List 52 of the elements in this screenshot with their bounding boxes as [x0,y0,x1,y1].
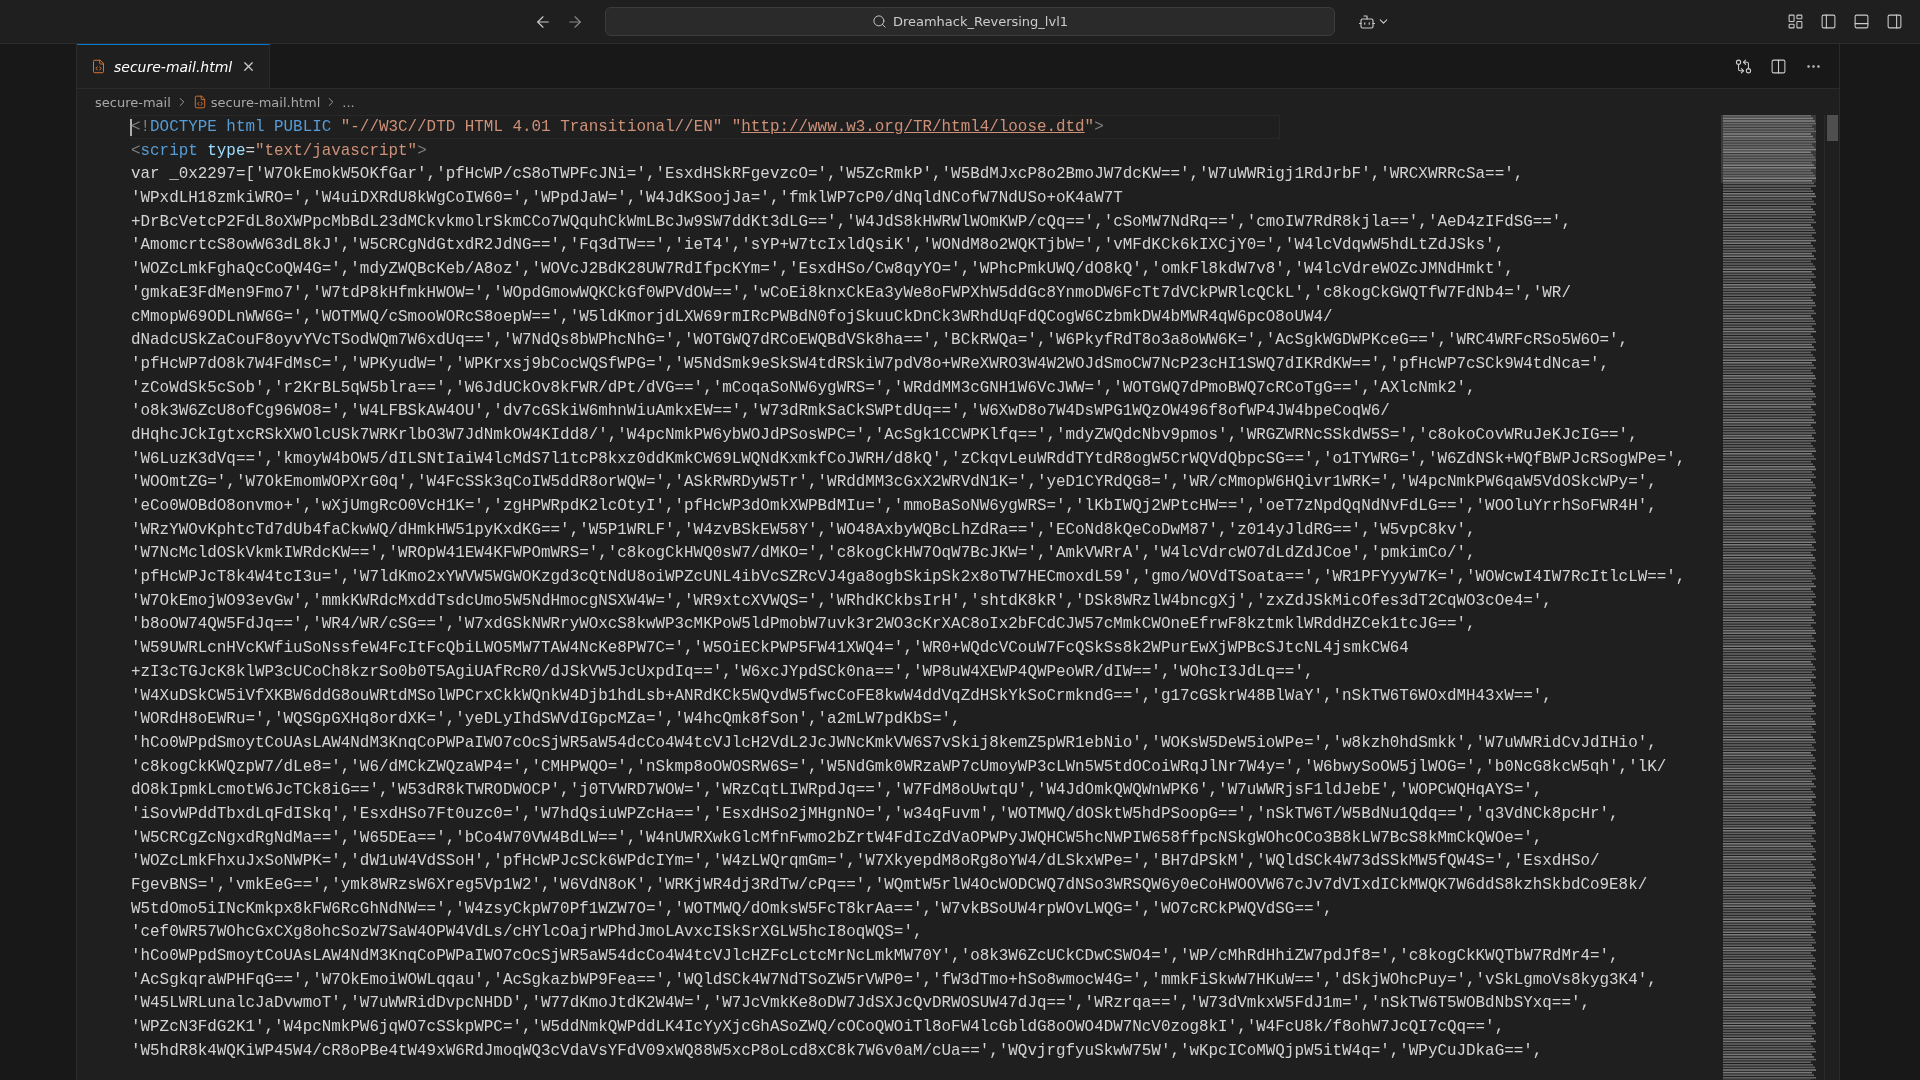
command-center-search[interactable]: Dreamhack_Reversing_lvl1 [605,7,1335,36]
code-line: dNadcUSkZaCouF8oyvYVcTSodWQm7W6xdUq==','W7NdQs8bWPhcNhG=','WOTGWQ7dRCoEWQBdVSk8ha==','BCkRWQa=','W6PkyfRdT8o3a8oWW6K=','AcSgkWGDWPKceG==','WRC4WRFcRSo5W6O=', [130,330,1630,352]
html-file-icon [91,59,106,74]
code-line: FgevBNS=','vmkEeG==','ymk8WRzsW6Xreg5Vp1W2','W6VdN8oK','WRKjWR4dj3RdTw/cPq==','WQmtW5rlW4OcWODCWQ7dNSo3WRSQW6y0eCoHWOOVW67cJv7dVIxdICkMWQK7W6ddS8kzhSkbdCo9E8k/ [130,875,1649,896]
robot-icon [1358,12,1376,31]
code-line: 'W5CRCgZcNgxdRgNdMa==','W65DEa==','bCo4W70VW4BdLW==','W4nUWRXwkGlcMfnFwmo2bZrtW4FdIcZdVaOPWPyJWQHCW5hcNWPIW658ffpcNSkgWOhcOCo3B8kLW7BcS8kMmCkQWOe=', [130,827,1544,849]
code-line: 'pfHcWP7dO8k7W4FdMsC=','WPKyudW=','WPKrxsj9bCocWQSfWPG=','W5NdSmk9eSkSW4tdRSkiW7pdV8o+WReXWRO3W4W2WOJdSmoCW7NcP23cHI1SWQ7dIKRdKW==','pfHcWP7cSCk9W4tdNca=', [130,353,1611,375]
code-line: 'iSovWPddTbxdLqFdISkq','EsxdHSo7Ft0uzc0=','W7hdQsiuWPZcHa==','EsxdHSo2jMHgnNO=','w34qFuvm','WOTMWQ/dOSktW5hdPSoopG==','nSkTW6T/W5BdNu1Qdq==','q3VdNCk8pcHr', [130,803,1620,825]
code-line: 'WOZcLmkFhxuJxSoNWPK=','dW1uW4VdSSoH','pfHcWPJcSCk6WPdcIYm=','W4zLWQrqmGm=','W7XkyepdM8oRg8oYW4/dLSkxWPe=','BH7dPSkM','WQldSCk4W73dSSkMW5fQW4S=','EsxdHSo/ [130,851,1601,873]
code-line: 'W45LWRLunalcJaDvwmoT','W7uWWRidDvpcNHDD','W77dKmoJtdK2W4W=','W7JcVmkKe8oDW7JdSXJcQvDRWOSUW47dJq==','WRzrqa==','W73dVmkxW5FdJ1m=','nSkTW6T5WOBdNbSYxq==', [130,993,1591,1015]
code-line: +zI3cTGJcK8klWP3cUCoCh8kzrSo0b0T5AgiUAfRcR0/dJSkVW5JcUxpdIq==','W6xcJYpdSCk0na==','WP8uW4XEWP4QWPeoWR/dIW==','WOhcI3JdLq==', [130,661,1315,683]
code-line: 'o8k3W6ZcU8ofCg96WO8=','W4LFBSkAW4OU','dv7cGSkiW6mhnWiuAmkxEW==','W73dRmkSaCkSWPtdUq==','W6XwD8o7W4DsWPG1WQzOW496f8ofWP4JW4bpeCoqW6/ [130,401,1391,423]
breadcrumb-item[interactable]: secure-mail [95,94,171,110]
scrollbar-thumb[interactable] [1827,115,1838,141]
code-line: 'WOOmtZG=','W7OkEmomWOPXrG0q','W4FcSSk3qCoIW5ddR8orWQW=','ASkRWRDyW5Tr','WRddMM3cGxX2WRVdN1K=','yeD1CYRdQG8=','WR/cMmopW6HQivr1WRK=','W4pcNmkPW6qaW5VdOSkcWPy=', [130,472,1658,494]
code-line: 'W7NcMcldOSkVkmkIWRdcKW==','WROpW41EW4KFWPOmWRS=','c8kogCkHWQ0sW7/dMKO=','c8kogCkHW7OqW7BcJKW=','AmkVWRrA','W4lcVdrcWO7dLdZdJCoe','pmkimCo/', [130,543,1477,565]
breadcrumb-item[interactable]: ... [342,94,355,110]
code-line: 'WPZcN3FdG2K1','W4pcNmkPW6jqWO7cSSkpWPC=','W5ddNmkQWPddLK4IcYyXjcGhASoZWQ/cOCoQWOiTl8oFW4lcGbldG8oOWO4DW7NcV0zog8kI','W4FcU8k/f8ohW7JcQI7cQq==', [130,1017,1506,1039]
code-line: dHqhcJCkIgtxcRSkXWOlcUSk7WRKrlbO3W7JdNmkOW4KIdd8/','W4pcNmkPW6ybWOJdPSosWPC=','AcSgk1CCWPKlfq==','mdyZWQdcNbv9pmos','WRGZWRNcSSkdW5S=','c8okoCovWRuJeKJcIG==', [130,424,1639,446]
code-line: 'AcSgkqraWPHFqG==','W7OkEmoiWOWLqqau','AcSgkazbWP9Fea==','WQldSCk4W7NdTSoZW5rVWP0=','fW3dTmo+hSo8wmocW4G=','mmkFiSkwW7HKuW==','dSkjWOhcPuy=','vSkLgmoVs8kyg3K4', [130,969,1658,991]
code-line: 'W59UWRLcnHVcKWfiuSoNssfeW4FcItFcQbiLWO5MW7TAW4NcKe8PW7C=','W5OiECkPWP5FW41XWQ4=','WR0+WQdcVCouW7FcQSkSs8k2WPurEwXjWPBcSJtcNL4jsmkCW64 [130,638,1410,660]
code-line: 'c8kogCkKWQzpW7/dLe8=','W6/dMCkZWQzaWP4=','CMHPWQO=','nSkmp8oOWOSRW6S=','W5NdGmk0WRzaWP7cUmoyWP3cLWn5W5tdOCoiWRqJlNr7W4y=','W6bwySoOW5jlWOG=','b0NcG8kcW5qh','lK/ [130,756,1668,778]
breadcrumb-item[interactable]: secure-mail.html [210,94,321,110]
url-link[interactable]: http://www.w3.org/TR/html4/loose.dtd [741,118,1085,136]
code-line: 'WOZcLmkFghaQcCoQW4G=','mdyZWQBcKeb/A8oz','WOVcJ2BdK28UW7RdIfpcKYm=','EsxdHSo/Cw8qyYO=','WPhcPmkUWQ/dO8kQ','omkFl8kdW7v8','W4lcVdreWOZcJMNdHmkt', [130,259,1515,281]
code-line: 'WPxdLH18zmkiWRO=','W4uiDXRdU8kWgCoIW60=','WPpdJaW=','W4JdKSoojJa=','fmklWP7cP0/dNqldNCofW7NdUSo+oK4aW7T [130,188,1124,210]
code-line: 'W5hdR8k4WQKiWP45W4/cR8oPBe4tW49xW6RdJmoqWQ3cVdaVsYFdV09xWQ88W5xcP8oLcd8xC8k7W6v0aM/cUa==','WQvjrgfyuSkwW75W','wKpcICoMWQjpW5itW4q=','WPyCuJDkaG==', [130,1040,1544,1062]
code-line: 'WRzYWOvKphtcTd7dUb4faCkwWQ/dHmkHW51pyKxdKG==','W5P1WRLF','W4zvBSkEW58Y','WO48AxbyWQBcLhZdRa==','ECoNd8kQeCoDwM87','z014yJldRG==','W5vpC8kv', [130,519,1477,541]
code-line: 'zCoWdSk5cSob','r2KrBL5qW5blra==','W6JdUCkOv8kFWR/dPt/dVG==','mCoqaSoNW6ygWRS=','WRddMM3cGNH1W6VcJWW=','WOTGWQ7dPmoBWQ7cRCoTgG==','AXlcNmk2', [130,377,1477,399]
code-line: 'W6LuzK3dVq==','kmoyW4bOW5/dILSNtIaiW4lcMdS7l1tcP8kxz0ddKmkCW69LWQNdKxmkfCoJWRH/d8kQ','zCkqvLeuWRddTYtdR8ogW5CrWQVdQbpcSG==','o1TYWRG=','W6ZdNSk+WQfBWPJcRSogWPe=', [130,448,1687,470]
html-file-icon [192,95,207,109]
code-line: 'W7OkEmojWO93evGw','mmkKWRdcMxddTsdcUmo5W5NdHmocgNSXW4W=','WR9xtcXVWQS=','WRhdKCkbsIrH','shtdK8kR','DSk8WRzlW4bncgXj','zxZdJSkMicOfes3dT2CqWO3cOe4=', [130,590,1553,612]
text-cursor [130,119,132,136]
code-line: W5tdOmo5iINcKmkpx8kFW6RcGhNdNW==','W4zsyCkpW70Pf1WZW7O=','WOTMWQ/dOmksW5FcT8krAa==','W7vkBSoUW4rpWOvLWQG=','WO7cRCkPWQVdSG==', [130,898,1334,920]
code-line: 'cef0WR57WOhcGxCXg8ohcSozW7SaW4OPW4VdLs/cHYlcOajrWPhdJmoLAvxcISkSrXGLW5hcI8oqWQS=', [130,922,924,944]
code-line: 'AmomcrtcS8owW63dL8kJ','W5CRCgNdGtxdR2JdNG==','Fq3dTW==','ieT4','sYP+W7tcIxldQsiK','WONdM8o2WQKTjbW=','vMFdKCk6kIXCjY0=','W4lcVdqwW5hdLtZdJSks', [130,235,1506,257]
code-line: 'eCo0WOBdO8onvmo+','wXjUmgRcO0VcH1K=','zgHPWRpdK2lcOtyI','pfHcWP3dOmkXWPBdMIu=','mmoBaSoNW6ygWRS=','lKbIWQj2WPtcHW==','oeT7zNpdQqNdNvFdLG==','WOOluYrrhSoFWR4H', [130,496,1658,517]
code-line: 'W4XuDSkCW5iVfXKBW6ddG8ouWRtdMSolWPCrxCkkWQnkW4Djb1hdLsb+ANRdKCk5WQvdW5fwcCoFE8kwW4ddVqZdHSkYkSoCrmkndG==','g17cGSkrW48BlWaY','nSkTW6T6WOxdMH43xW==', [130,685,1553,707]
code-line: dO8kIpmkLcmotW6JcTCk8iG==','W53dR8kTWRODWOCP','j0TVWRD7WOW=','WRzCqtLIWRpdJq==','W7FdM8oUwtqU','W4JdOmkQWQWnWPK6','W7uWWRjsF1ldJebE','WOPCWQHqAYS=', [130,780,1544,802]
code-line: 'hCo0WPpdSmoytCoUAsLAW4NdM3KnqCoPWPaIWO7cOcSjWR5aW54dcCo4W4tcVJlcHZFcLctcMrNcLmkMW70Y','o8k3W6ZcUCkCDwCSWO4=','WP/cMhRdHhiZW7pdJf8=','c8kogCkKWQTbW7RdMr4=', [130,946,1620,968]
editor-tab[interactable]: secure-mail.html [77,44,271,88]
code-line: 'b8oOW74QW5FdJq==','WR4/WR/cSG==','W7xdGSkNWRryWOxcS8kwWP3cMKPoW5ldPmobW7uvk3r2WO3cKrXAC8oIx2bFCdCJW57cMmkCWOneEfrwF8kztmklWRddHZCek1tcJG==', [130,614,1477,636]
code-line: 'pfHcWPJcT8k4W4tcI3u=','W7ldKmo2xYWVW5WGWOKzgd3cQtNdU8oiWPZcUNL4ibVcSZRcVJ4ga8ogbSkipSk2x8oTW7HECmoxdL59','gmo/WOVdTSoata==','WR1PFYyyW7K=','WOWcwI4IW7RcItlcLW==', [130,567,1687,589]
code-line: cMmopW69ODLnWW6G=','WOTMWQ/cSmooWORcS8oepW==','W5ldKmorjdLXW69rmIRcPWBdN0fojSkuuCkDnCk3WRhdUqFdQCogW6CzbmkDW4bMWR4qW6pcO8oUW4/ [130,306,1334,328]
code-line: +DrBcVetcP2FdL8oXWPpcMbBdL23dMCkvkmolrSkmCCo7WQquhCkWmLBcJw9SW7ddKt3dLG==','W4JdS8kHWRWlWOmKWP/cQq==','cSoMW7NdRq==','cmoIW7RdR8kjla==','AeD4zIFdSG==', [130,211,1572,233]
code-line: 'WORdH8oEWRu=','WQSGpGXHq8ordXK=','yeDLyIhdSWVdIGpcMZa=','W4hcQmk8fSon','a2mLW7pdKbS=', [130,709,962,731]
code-line: 'gmkaE3FdMen9Fmo7','W7tdP8kHfmkHWOW=','WOpdGmowWQKCkGf0WPVdOW==','wCoEi8knxCkEa3yWe8oFWPXhW5ddGc8YnmoDW6FcTt7dVCkPWRlcQCkL','c8kogCkGWQTfW7FdNb4=','WR/ [130,282,1572,304]
code-line: 'hCo0WPpdSmoytCoUAsLAW4NdM3KnqCoPWPaIWO7cOcSjWR5aW54dcCo4W4tcVJlcH2VdL2JcJWNcKmkVW6S7vSkij8kemZ5pWR1ebNio','WOKsW5DeW5ioWPe=','w8kzh0hdSmkk','W7uWWRidCvJdIHio', [130,732,1658,754]
code-line: <script type="text/javascript"> [130,140,428,162]
minimap-drawing[interactable] [1721,115,1816,1080]
code-line: var _0x2297=['W7OkEmokW5OKfGar','pfHcWP/cS8oTWPFcJNi=','EsxdHSkRFgevzcO=','W5ZcRmkP','W5BdMJxcP8o2BmoJW7dcKW==','W7uWWRigj1RdJrbF','WRCXWRRcSa==', [130,164,1525,186]
search-icon [871,14,887,29]
